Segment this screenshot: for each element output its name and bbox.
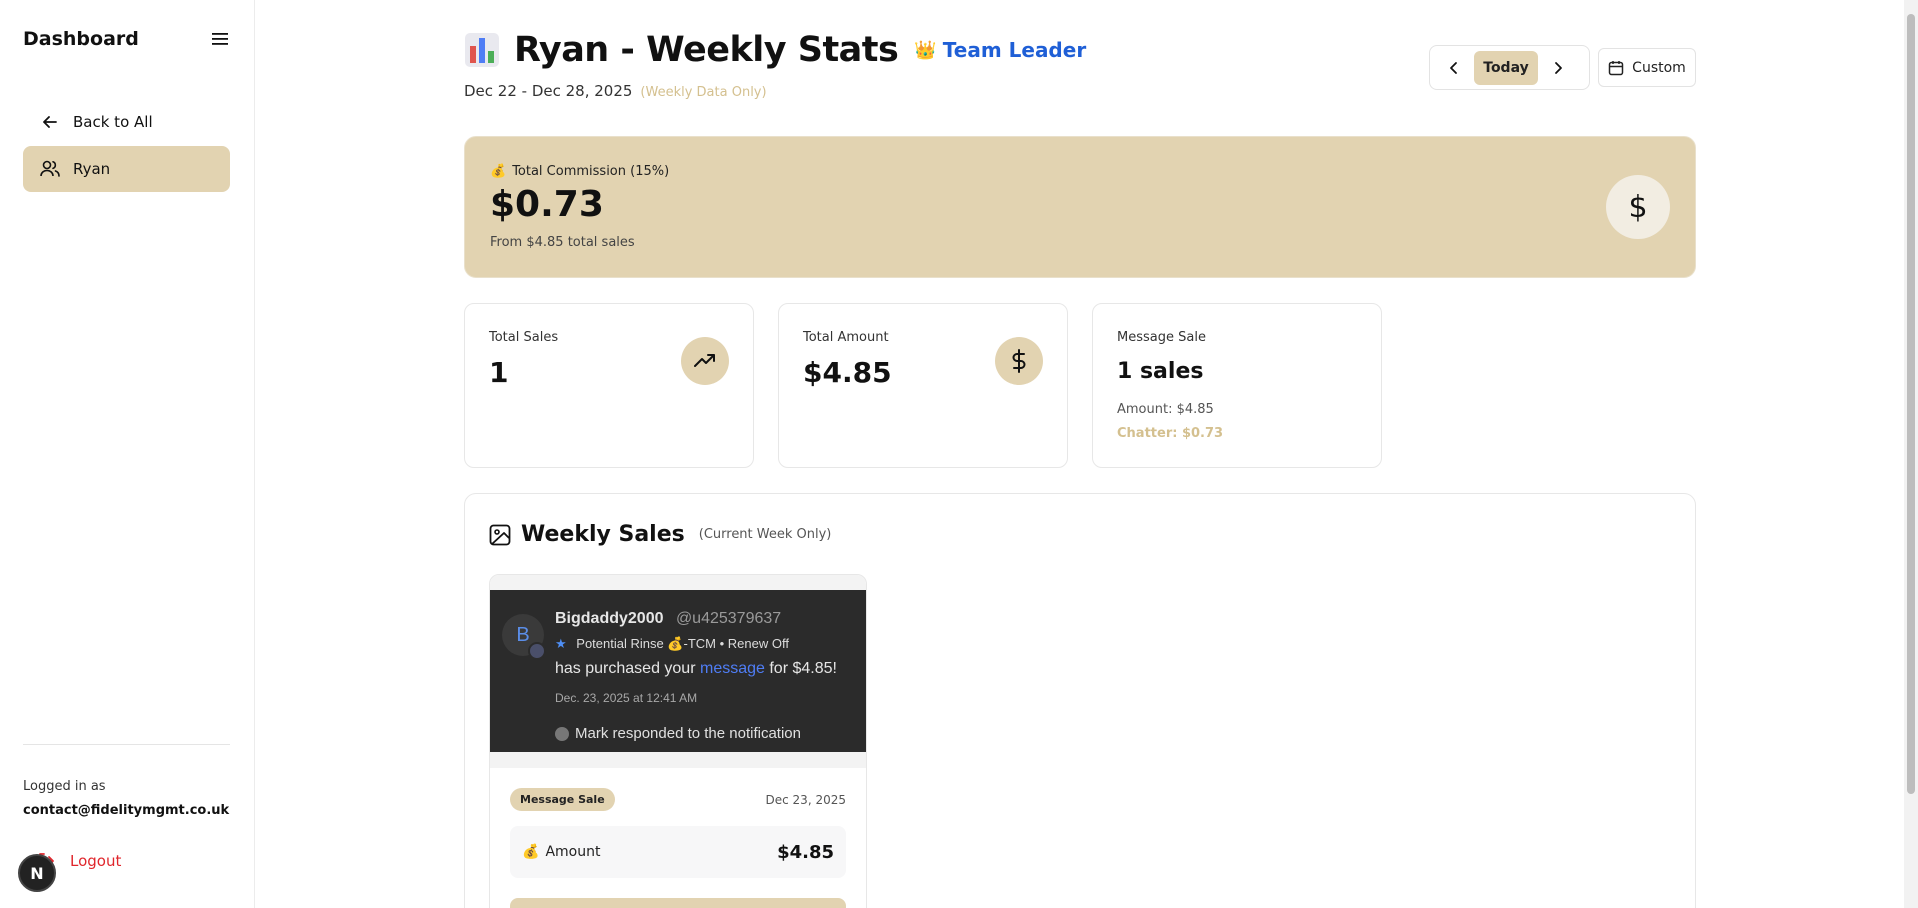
users-icon xyxy=(39,158,61,180)
sale-screenshot-frame: B Bigdaddy2000 @u425379637 ★ Potential R… xyxy=(490,575,866,768)
notification-message: has purchased your message for $4.85! xyxy=(555,660,837,678)
response-text: responded to the notification xyxy=(612,725,801,742)
sale-type-badge: Message Sale xyxy=(510,788,615,811)
notification-response: Mark responded to the notification xyxy=(555,725,801,742)
sidebar-item-label: Back to All xyxy=(73,113,153,131)
commission-card: 💰 Total Commission (15%) $0.73 From $4.8… xyxy=(464,136,1696,278)
message-suffix: for $4.85! xyxy=(769,660,837,677)
user-email: contact@fidelitymgmt.co.uk xyxy=(23,803,230,818)
sale-amount-box: 💰 Amount $4.85 xyxy=(510,826,846,878)
calendar-icon xyxy=(1608,60,1624,76)
weekly-sales-title: Weekly Sales xyxy=(521,522,685,547)
commission-value: $0.73 xyxy=(490,184,604,225)
money-bag-icon: 💰 xyxy=(490,164,507,179)
page-header: Ryan - Weekly Stats 👑 Team Leader xyxy=(464,30,1086,70)
weekly-note: (Weekly Data Only) xyxy=(640,85,767,100)
chevron-left-icon xyxy=(1450,61,1457,74)
image-icon xyxy=(489,524,511,546)
sidebar-item-label: Ryan xyxy=(73,160,111,178)
bar-chart-icon xyxy=(464,32,500,68)
sidebar: Dashboard Back to All Ryan Logged in as … xyxy=(0,0,255,908)
weekly-sales-subtitle: (Current Week Only) xyxy=(698,527,832,542)
scrollbar-thumb[interactable] xyxy=(1907,14,1915,794)
money-bag-icon: 💰 xyxy=(522,844,540,860)
message-sale-card: Message Sale 1 sales Amount: $4.85 Chatt… xyxy=(1092,303,1382,468)
prev-week-button[interactable] xyxy=(1436,51,1472,85)
avatar-badge-icon xyxy=(528,642,546,660)
star-icon: ★ xyxy=(555,636,567,651)
amount-value: $4.85 xyxy=(777,841,834,863)
scrollbar[interactable] xyxy=(1904,0,1918,908)
message-sale-amount: Amount: $4.85 xyxy=(1117,402,1214,417)
stat-label: Message Sale xyxy=(1117,330,1206,345)
date-range: Dec 22 - Dec 28, 2025 xyxy=(464,82,633,100)
dollar-icon xyxy=(995,337,1043,385)
weekly-sales-section: Weekly Sales (Current Week Only) B Bigda… xyxy=(464,493,1696,908)
sale-screenshot[interactable]: B Bigdaddy2000 @u425379637 ★ Potential R… xyxy=(490,590,866,752)
notification-tag: ★ Potential Rinse 💰-TCM • Renew Off xyxy=(555,636,789,652)
sale-date: Dec 23, 2025 xyxy=(765,792,846,807)
trending-up-icon xyxy=(681,337,729,385)
logout-label: Logout xyxy=(70,852,122,870)
stat-value: 1 xyxy=(489,356,509,389)
date-navigation: Today xyxy=(1429,45,1590,90)
total-amount-card: Total Amount $4.85 xyxy=(778,303,1068,468)
message-prefix: has purchased your xyxy=(555,660,696,677)
notification-user: Bigdaddy2000 @u425379637 xyxy=(555,610,781,628)
stat-value: 1 sales xyxy=(1117,359,1204,384)
notification-date: Dec. 23, 2025 at 12:41 AM xyxy=(555,691,698,705)
chevron-right-icon xyxy=(1555,61,1562,74)
commission-subtext: From $4.85 total sales xyxy=(490,235,635,250)
sale-meta-row: Message Sale Dec 23, 2025 xyxy=(510,788,846,811)
sidebar-nav: Back to All Ryan xyxy=(23,99,230,193)
logged-in-label: Logged in as xyxy=(23,779,106,794)
responder-name: Mark xyxy=(575,725,609,742)
sidebar-item-back-to-all[interactable]: Back to All xyxy=(23,99,230,145)
sale-action-button[interactable] xyxy=(510,898,846,908)
amount-label: Amount xyxy=(545,844,601,860)
buyer-username: Bigdaddy2000 xyxy=(555,610,664,627)
menu-icon[interactable] xyxy=(210,29,230,49)
arrow-left-icon xyxy=(39,111,61,133)
custom-range-button[interactable]: Custom xyxy=(1598,48,1696,87)
page-title: Ryan - Weekly Stats xyxy=(514,30,899,70)
commission-label-row: 💰 Total Commission (15%) xyxy=(490,164,669,179)
responder-avatar-icon xyxy=(555,726,569,741)
crown-icon: 👑 xyxy=(914,39,937,61)
stat-label: Total Amount xyxy=(803,330,889,345)
sidebar-divider xyxy=(23,744,230,745)
today-button[interactable]: Today xyxy=(1474,50,1538,85)
sidebar-title: Dashboard xyxy=(23,28,139,50)
role-label: Team Leader xyxy=(942,38,1087,62)
weekly-sales-header: Weekly Sales (Current Week Only) xyxy=(489,522,831,547)
sidebar-item-ryan[interactable]: Ryan xyxy=(23,146,230,192)
sidebar-header: Dashboard xyxy=(23,28,230,50)
buyer-tag: Potential Rinse 💰-TCM • Renew Off xyxy=(576,636,789,651)
buyer-handle: @u425379637 xyxy=(675,610,782,627)
dev-avatar[interactable]: N xyxy=(18,854,56,892)
date-row: Dec 22 - Dec 28, 2025 (Weekly Data Only) xyxy=(464,82,767,100)
sale-card[interactable]: B Bigdaddy2000 @u425379637 ★ Potential R… xyxy=(489,574,867,908)
next-week-button[interactable] xyxy=(1540,51,1576,85)
dollar-icon: $ xyxy=(1606,175,1670,239)
commission-label: Total Commission (15%) xyxy=(512,164,670,179)
message-link: message xyxy=(699,660,765,677)
stat-value: $4.85 xyxy=(803,356,892,389)
custom-label: Custom xyxy=(1632,59,1686,76)
total-sales-card: Total Sales 1 xyxy=(464,303,754,468)
message-sale-chatter: Chatter: $0.73 xyxy=(1117,426,1224,441)
stat-label: Total Sales xyxy=(489,330,559,345)
amount-label-row: 💰 Amount xyxy=(522,844,600,860)
